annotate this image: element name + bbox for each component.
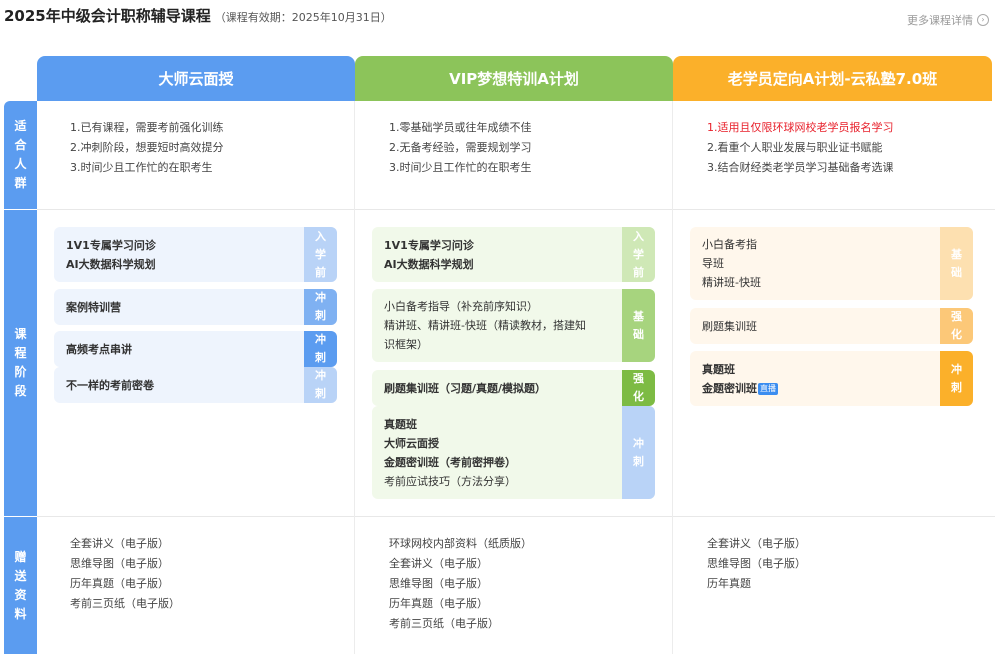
stage-card[interactable]: 小白备考指导（补充前序知识） 精讲班、精讲班-快班（精读教材，搭建知 识框架） 基础 (372, 289, 655, 362)
live-badge: 直播 (758, 382, 778, 395)
stage-card[interactable]: 1V1专属学习问诊 AI大数据科学规划 入学前 (372, 227, 655, 282)
list-item: 思维导图（电子版） (70, 557, 169, 570)
row-header-stages: 课程阶段 (4, 210, 37, 516)
stage-card[interactable]: 刷题集训班 强化 (690, 308, 973, 344)
list-item: 1.零基础学员或往年成绩不佳 (389, 121, 532, 134)
chevron-right-icon: › (977, 14, 989, 26)
stage-card[interactable]: 不一样的考前密卷 冲刺 (54, 367, 337, 403)
list-item: 1.已有课程，需要考前强化训练 (70, 121, 224, 134)
divider (37, 209, 995, 210)
stage-tag: 强化 (940, 308, 973, 344)
more-courses-link[interactable]: 更多课程详情 › (907, 12, 989, 28)
column-header-alumni-plan[interactable]: 老学员定向A计划-云私塾7.0班 (673, 56, 992, 101)
row-header-materials: 赠送资料 (4, 517, 37, 654)
stage-tag: 冲刺 (304, 331, 337, 367)
stage-tag: 冲刺 (622, 406, 655, 499)
list-item: 考前三页纸（电子版） (70, 597, 180, 610)
stage-card[interactable]: 案例特训营 冲刺 (54, 289, 337, 325)
divider (37, 516, 995, 517)
stage-card[interactable]: 真题班 金题密训班 直播 冲刺 (690, 351, 973, 406)
list-item: 思维导图（电子版） (707, 557, 806, 570)
list-item: 历年真题 (707, 577, 751, 590)
list-item: 3.结合财经类老学员学习基础备考选课 (707, 161, 894, 174)
stage-tag: 强化 (622, 370, 655, 406)
stage-tag: 入学前 (304, 227, 337, 282)
audience-list-col2: 1.零基础学员或往年成绩不佳 2.无备考经验，需要规划学习 3.时间少且工作忙的… (389, 118, 532, 178)
page-title: 2025年中级会计职称辅导课程 （课程有效期：2025年10月31日） (4, 7, 392, 25)
list-item: 历年真题（电子版） (70, 577, 169, 590)
stage-tag: 冲刺 (940, 351, 973, 406)
stage-tag: 冲刺 (304, 289, 337, 325)
list-item: 思维导图（电子版） (389, 577, 488, 590)
stage-tag: 基础 (622, 289, 655, 362)
stage-card[interactable]: 高频考点串讲 冲刺 (54, 331, 337, 367)
materials-list-col1: 全套讲义（电子版） 思维导图（电子版） 历年真题（电子版） 考前三页纸（电子版） (70, 534, 180, 614)
audience-list-col3: 1.适用且仅限环球网校老学员报名学习 2.看重个人职业发展与职业证书赋能 3.结… (707, 118, 894, 178)
list-item: 2.看重个人职业发展与职业证书赋能 (707, 141, 883, 154)
list-item: 考前三页纸（电子版） (389, 617, 499, 630)
stage-tag: 入学前 (622, 227, 655, 282)
list-item: 3.时间少且工作忙的在职考生 (389, 161, 532, 174)
validity-note: （课程有效期：2025年10月31日） (214, 11, 392, 24)
stage-tag: 冲刺 (304, 367, 337, 403)
stage-card[interactable]: 小白备考指 导班 精讲班-快班 基础 (690, 227, 973, 300)
audience-list-col1: 1.已有课程，需要考前强化训练 2.冲刺阶段，想要短时高效提分 3.时间少且工作… (70, 118, 224, 178)
row-header-audience: 适合人群 (4, 101, 37, 209)
page-header: 2025年中级会计职称辅导课程 （课程有效期：2025年10月31日） 更多课程详… (0, 0, 995, 34)
column-header-vip-plan[interactable]: VIP梦想特训A计划 (355, 56, 673, 101)
list-item: 环球网校内部资料（纸质版） (389, 537, 532, 550)
column-header-master-cloud[interactable]: 大师云面授 (37, 56, 355, 101)
list-item: 3.时间少且工作忙的在职考生 (70, 161, 213, 174)
list-item: 历年真题（电子版） (389, 597, 488, 610)
stage-tag: 基础 (940, 227, 973, 300)
list-item: 全套讲义（电子版） (389, 557, 488, 570)
materials-list-col2: 环球网校内部资料（纸质版） 全套讲义（电子版） 思维导图（电子版） 历年真题（电… (389, 534, 532, 634)
list-item-highlight: 1.适用且仅限环球网校老学员报名学习 (707, 121, 894, 134)
list-item: 2.冲刺阶段，想要短时高效提分 (70, 141, 224, 154)
materials-list-col3: 全套讲义（电子版） 思维导图（电子版） 历年真题 (707, 534, 806, 594)
list-item: 全套讲义（电子版） (707, 537, 806, 550)
stage-card[interactable]: 1V1专属学习问诊 AI大数据科学规划 入学前 (54, 227, 337, 282)
list-item: 全套讲义（电子版） (70, 537, 169, 550)
stage-card[interactable]: 真题班 大师云面授 金题密训班（考前密押卷） 考前应试技巧（方法分享） 冲刺 (372, 406, 655, 499)
stage-card[interactable]: 刷题集训班（习题/真题/模拟题） 强化 (372, 370, 655, 406)
list-item: 2.无备考经验，需要规划学习 (389, 141, 532, 154)
divider (354, 101, 355, 654)
divider (672, 101, 673, 654)
